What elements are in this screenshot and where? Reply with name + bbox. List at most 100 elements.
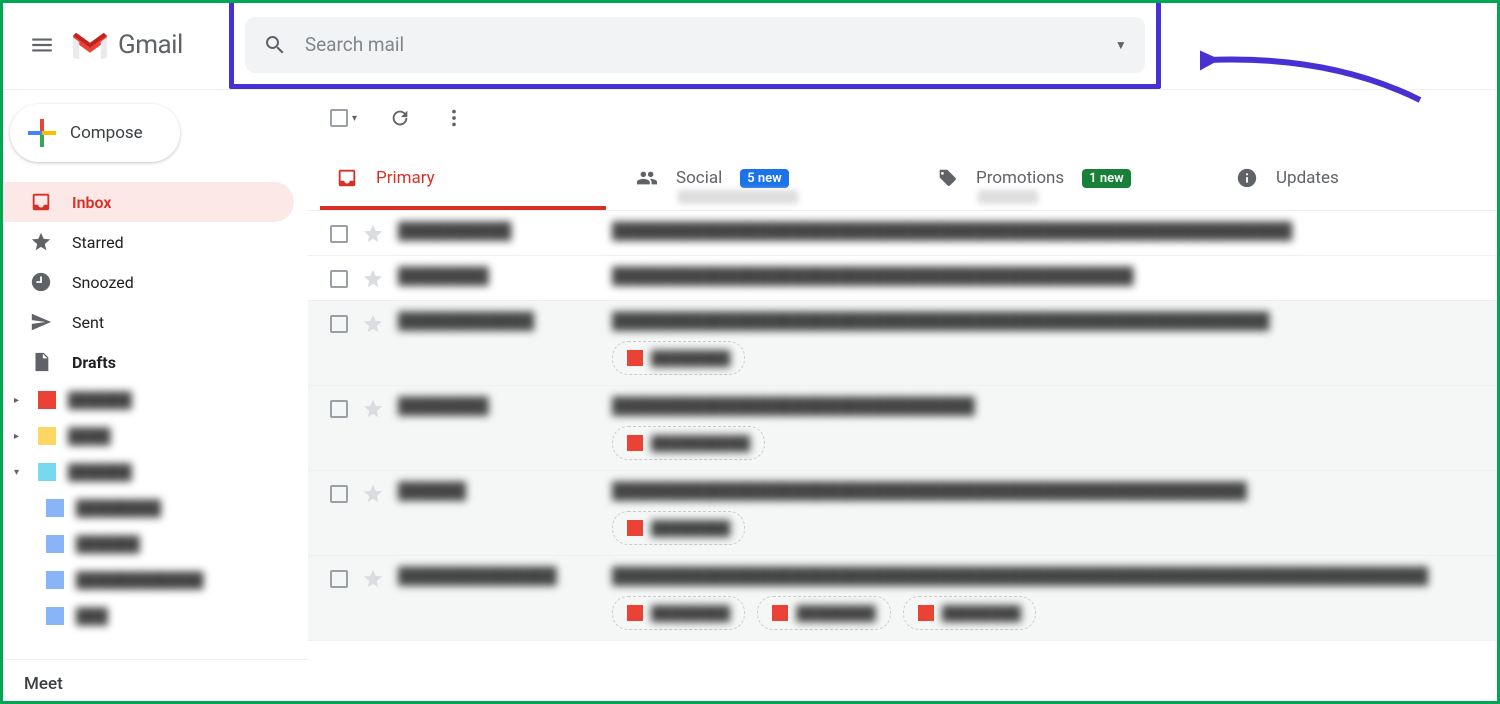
sidebar-label[interactable]: ▸████ <box>0 418 308 454</box>
redacted-text <box>978 190 1038 204</box>
expand-icon: ▸ <box>14 395 26 406</box>
star-button[interactable] <box>362 483 384 505</box>
mail-checkbox[interactable] <box>330 570 348 588</box>
mail-sender: ████████ <box>398 396 598 416</box>
sidebar: Compose Inbox Starred Snoozed Sent Draft… <box>0 90 308 704</box>
sidebar-label[interactable]: ▸ ██████ <box>0 382 308 418</box>
mail-checkbox[interactable] <box>330 485 348 503</box>
star-button[interactable] <box>362 223 384 245</box>
mail-sender: ██████████ <box>398 221 598 241</box>
refresh-button[interactable] <box>389 107 411 129</box>
file-icon <box>627 350 643 366</box>
star-button[interactable] <box>362 268 384 290</box>
search-input[interactable] <box>305 33 1115 56</box>
inbox-icon <box>336 167 358 189</box>
mail-checkbox[interactable] <box>330 225 348 243</box>
label-color-icon <box>38 391 56 409</box>
expand-icon: ▾ <box>14 467 26 478</box>
redacted-text: ████████ <box>651 350 730 367</box>
compose-label: Compose <box>70 123 143 143</box>
draft-icon <box>30 351 52 373</box>
mail-row[interactable]: ██████ █████████████████████████████████… <box>308 471 1500 556</box>
sidebar-item-starred[interactable]: Starred <box>0 222 294 262</box>
redacted-text: ████████████ <box>76 571 204 589</box>
gmail-logo[interactable]: Gmail <box>70 29 183 61</box>
mail-checkbox[interactable] <box>330 400 348 418</box>
sidebar-sublabel[interactable]: ████████ <box>0 490 308 526</box>
label-color-icon <box>38 463 56 481</box>
attachment-chip[interactable]: ██████████ <box>612 426 765 460</box>
mail-sender: ██████████████ <box>398 566 598 586</box>
tab-social[interactable]: Social 5 new <box>620 146 920 210</box>
tab-promotions[interactable]: Promotions 1 new <box>920 146 1220 210</box>
gmail-m-icon <box>70 29 110 61</box>
mail-subject: ████████████████████████████████████████… <box>612 481 1494 545</box>
star-button[interactable] <box>362 398 384 420</box>
mail-sender: ████████████ <box>398 311 598 331</box>
sidebar-item-snoozed[interactable]: Snoozed <box>0 262 294 302</box>
mail-sender: ████████ <box>398 266 598 286</box>
sidebar-sublabel[interactable]: ██████ <box>0 526 308 562</box>
redacted-text: ████████ <box>942 605 1021 622</box>
sidebar-sublabel[interactable]: ████████████ <box>0 562 308 598</box>
meet-section-header[interactable]: Meet <box>0 659 308 704</box>
sidebar-label[interactable]: ▾██████ <box>0 454 308 490</box>
sidebar-item-sent[interactable]: Sent <box>0 302 294 342</box>
mail-subject: ████████████████████████████████████████… <box>612 396 1494 460</box>
redacted-text: ████████ <box>651 520 730 537</box>
sidebar-item-drafts[interactable]: Drafts <box>0 342 294 382</box>
file-icon <box>627 435 643 451</box>
label-color-icon <box>38 427 56 445</box>
mail-sender: ██████ <box>398 481 598 501</box>
sidebar-item-inbox[interactable]: Inbox <box>0 182 294 222</box>
label-color-icon <box>46 607 64 625</box>
label-color-icon <box>46 499 64 517</box>
redacted-text: ██████████ <box>651 435 750 452</box>
more-button[interactable] <box>443 107 465 129</box>
sidebar-sublabel[interactable]: ███ <box>0 598 308 634</box>
sidebar-item-label: Drafts <box>72 353 116 372</box>
star-button[interactable] <box>362 313 384 335</box>
mail-checkbox[interactable] <box>330 315 348 333</box>
attachment-chip[interactable]: ████████ <box>612 341 745 375</box>
search-options-button[interactable]: ▼ <box>1115 38 1127 52</box>
label-color-icon <box>46 535 64 553</box>
plus-icon <box>28 119 56 147</box>
file-icon <box>627 605 643 621</box>
tab-label: Primary <box>376 168 435 188</box>
hamburger-icon <box>29 32 55 58</box>
select-all-checkbox[interactable]: ▾ <box>330 109 357 127</box>
tab-label: Promotions <box>976 168 1064 188</box>
attachment-chip[interactable]: ████████ <box>757 596 890 630</box>
tab-label: Social <box>676 168 722 188</box>
mail-row[interactable]: ████████████ ███████████████████████████… <box>308 301 1500 386</box>
sidebar-item-label: Sent <box>72 313 104 332</box>
tab-updates[interactable]: Updates <box>1220 146 1480 210</box>
new-badge: 5 new <box>740 169 789 188</box>
star-button[interactable] <box>362 568 384 590</box>
main-menu-button[interactable] <box>18 21 66 69</box>
attachment-chip[interactable]: ████████ <box>612 511 745 545</box>
label-color-icon <box>46 571 64 589</box>
redacted-text: ██████ <box>68 391 132 409</box>
tab-label: Updates <box>1276 168 1339 188</box>
sidebar-item-label: Snoozed <box>72 273 134 292</box>
mail-subject: ████████████████████████████████████████… <box>612 266 1494 286</box>
mail-main: ▾ Primary Social 5 new Promotions 1 new <box>308 90 1500 704</box>
mail-subject: ████████████████████████████████████████… <box>612 566 1494 630</box>
redacted-text: ███ <box>76 607 108 625</box>
new-badge: 1 new <box>1082 169 1131 188</box>
mail-checkbox[interactable] <box>330 270 348 288</box>
mail-row[interactable]: ████████ ███████████████████████████████… <box>308 256 1500 301</box>
attachment-chip[interactable]: ████████ <box>612 596 745 630</box>
redacted-text: ██████ <box>76 535 140 553</box>
search-box[interactable]: ▼ <box>245 17 1145 73</box>
tab-primary[interactable]: Primary <box>320 146 620 210</box>
attachment-chip[interactable]: ████████ <box>903 596 1036 630</box>
mail-row[interactable]: ██████████ █████████████████████████████… <box>308 211 1500 256</box>
compose-button[interactable]: Compose <box>10 104 180 162</box>
expand-icon: ▸ <box>14 431 26 442</box>
mail-row[interactable]: ████████ ███████████████████████████████… <box>308 386 1500 471</box>
sidebar-item-label: Inbox <box>72 193 112 212</box>
mail-row[interactable]: ██████████████ █████████████████████████… <box>308 556 1500 641</box>
